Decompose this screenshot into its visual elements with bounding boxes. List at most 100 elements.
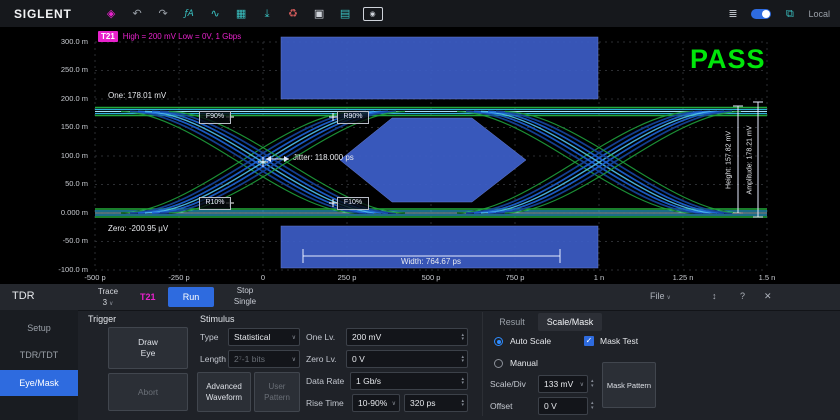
export-icon[interactable]: ⤓ (259, 5, 276, 22)
auto-scale-label: Auto Scale (510, 336, 551, 346)
menu-icon[interactable]: ≣ (724, 5, 741, 22)
manual-radio[interactable] (494, 359, 503, 368)
height-label: Height: 157.82 mV (726, 131, 733, 189)
tab-eye-mask[interactable]: Eye/Mask (0, 370, 78, 396)
spinner-control[interactable]: ▴▾ (591, 379, 594, 388)
close-icon[interactable]: ✕ (764, 291, 772, 302)
draw-eye-button[interactable]: Draw Eye (108, 327, 188, 369)
y-axis-tick: 150.0 m (36, 122, 88, 131)
auto-scale-radio[interactable] (494, 337, 503, 346)
y-axis-tick: -50.0 m (36, 236, 88, 245)
mask-test-pass-badge: PASS (690, 44, 766, 75)
type-select[interactable]: Statistical∨ (228, 328, 300, 346)
y-axis-tick: 300.0 m (36, 37, 88, 46)
y-axis-tick: 50.0 m (36, 179, 88, 188)
function-icon[interactable]: ƒA (181, 5, 198, 22)
x-axis-tick: 750 p (487, 273, 543, 282)
abort-button[interactable]: Abort (108, 373, 188, 411)
grid-icon[interactable]: ▦ (233, 5, 250, 22)
single-label: Single (222, 296, 268, 307)
tab-result[interactable]: Result (490, 313, 534, 331)
offset-label: Offset (490, 401, 513, 411)
trigger-section-label: Trigger (88, 314, 116, 324)
help-icon[interactable]: ? (740, 291, 745, 301)
one-level-input[interactable]: 200 mV ▴▾ (346, 328, 468, 346)
rise-time-input[interactable]: 320 ps ▴▾ (404, 394, 468, 412)
eye-diagram-display: T21 High = 200 mV Low = 0V, 1 Gbps PASS … (0, 28, 840, 284)
trace-chip: T21 (98, 31, 118, 42)
trash-icon[interactable]: ♻ (285, 5, 302, 22)
scale-div-label: Scale/Div (490, 379, 526, 389)
offset-input[interactable]: 0 V (538, 397, 588, 415)
spinner-control[interactable]: ▴▾ (591, 401, 594, 410)
x-axis-tick: 1 n (571, 273, 627, 282)
y-axis-tick: 0.000 m (36, 208, 88, 217)
active-trace-label: T21 (140, 292, 156, 302)
tab-tdr-tdt[interactable]: TDR/TDT (0, 343, 78, 367)
undo-icon[interactable]: ↶ (129, 5, 146, 22)
chevron-down-icon: ∨ (292, 334, 296, 341)
marker-f10: F10% (337, 197, 369, 210)
trace-selector-line1: Trace (84, 286, 132, 297)
scale-div-input[interactable]: 133 mV∨ (538, 375, 588, 393)
probe-icon[interactable]: ◈ (103, 5, 120, 22)
one-level-field-label: One Lv. (306, 332, 335, 342)
chevron-down-icon: ∨ (392, 400, 396, 407)
left-tab-column: Setup TDR/TDT Eye/Mask (0, 310, 78, 420)
resize-icon[interactable]: ↕ (712, 291, 717, 301)
zero-level-input[interactable]: 0 V ▴▾ (346, 350, 468, 368)
width-label: Width: 764.67 ps (371, 257, 491, 266)
amplitude-label: Amplitude: 178.21 mV (747, 126, 754, 195)
x-axis-tick: 1.25 n (655, 273, 711, 282)
spinner-control[interactable]: ▴▾ (461, 377, 464, 386)
spinner-control[interactable]: ▴▾ (461, 399, 464, 408)
local-status-label: Local (808, 9, 830, 19)
x-axis-tick: 0 (235, 273, 291, 282)
file-menu[interactable]: File∨ (650, 291, 671, 301)
stop-label: Stop (222, 285, 268, 296)
panel-title: TDR (12, 290, 35, 302)
advanced-waveform-button[interactable]: Advanced Waveform (197, 372, 251, 412)
zero-level-label: Zero: -200.95 µV (108, 224, 168, 233)
x-axis-tick: 1.5 n (739, 273, 795, 282)
marker-r10: R10% (199, 197, 231, 210)
camera-icon[interactable]: ◉ (363, 7, 383, 21)
x-axis-tick: -250 p (151, 273, 207, 282)
data-rate-input[interactable]: 1 Gb/s ▴▾ (350, 372, 468, 390)
spinner-control[interactable]: ▴▾ (461, 355, 464, 364)
trace-selector-line2: 3∨ (84, 297, 132, 310)
trace-selector-dropdown[interactable]: Trace 3∨ (84, 286, 132, 308)
folder-icon[interactable]: ▤ (337, 5, 354, 22)
section-divider (482, 312, 483, 416)
x-axis-tick: 250 p (319, 273, 375, 282)
save-icon[interactable]: ▣ (311, 5, 328, 22)
toggle-switch[interactable] (751, 9, 771, 19)
x-axis-tick: -500 p (67, 273, 123, 282)
measurement-header: T21 High = 200 mV Low = 0V, 1 Gbps (98, 31, 241, 42)
length-label: Length (200, 354, 226, 364)
marker-r90: R90% (337, 111, 369, 124)
network-icon[interactable]: ⧉ (781, 5, 798, 22)
waveform-icon[interactable]: ∿ (207, 5, 224, 22)
tab-setup[interactable]: Setup (0, 316, 78, 340)
run-button[interactable]: Run (168, 287, 214, 307)
one-level-label: One: 178.01 mV (108, 91, 166, 100)
zero-level-field-label: Zero Lv. (306, 354, 337, 364)
redo-icon[interactable]: ↷ (155, 5, 172, 22)
mask-pattern-button[interactable]: Mask Pattern (602, 362, 656, 408)
jitter-label: Jitter: 118.000 ps (293, 153, 354, 162)
top-toolbar: SIGLENT ◈ ↶ ↷ ƒA ∿ ▦ ⤓ ♻ ▣ ▤ ◉ ≣ ⧉ Local (0, 0, 840, 28)
stop-single-button[interactable]: Stop Single (222, 285, 268, 309)
user-pattern-button[interactable]: User Pattern (254, 372, 300, 412)
toolbar-right-group: ≣ ⧉ Local (724, 5, 830, 22)
mask-test-checkbox[interactable]: ✓ (584, 336, 594, 346)
tab-scale-mask[interactable]: Scale/Mask (538, 313, 602, 331)
data-rate-label: Data Rate (306, 376, 344, 386)
measurement-header-text: High = 200 mV Low = 0V, 1 Gbps (123, 32, 241, 41)
manual-label: Manual (510, 358, 538, 368)
rise-time-range-select[interactable]: 10-90%∨ (352, 394, 400, 412)
length-select[interactable]: 2⁷-1 bits∨ (228, 350, 300, 368)
spinner-control[interactable]: ▴▾ (461, 333, 464, 342)
panel-header: TDR Trace 3∨ T21 Run Stop Single File∨ ↕… (0, 284, 840, 311)
y-axis-tick: 100.0 m (36, 151, 88, 160)
